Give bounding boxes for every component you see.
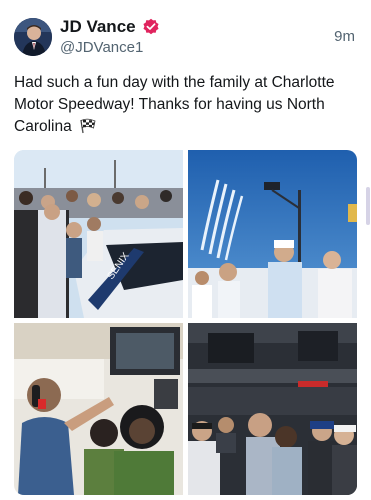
tweet-timestamp[interactable]: 9m xyxy=(334,28,355,45)
photo-pit-box-headsets[interactable] xyxy=(14,323,183,495)
crowd-family-image xyxy=(188,323,357,495)
flyover-anthem-image xyxy=(188,150,357,318)
race-car-crowd-image: SENIX xyxy=(14,150,183,318)
avatar-photo-icon xyxy=(14,18,52,56)
author-name[interactable]: JD Vance xyxy=(60,17,136,37)
tweet-header: JD Vance @JDVance1 9m xyxy=(14,12,357,60)
tweet-text-container: Had such a fun day with the family at Ch… xyxy=(14,72,344,141)
photo-race-car-crowd[interactable]: SENIX xyxy=(14,150,183,318)
pit-box-headsets-image xyxy=(14,323,183,495)
tweet-text: Had such a fun day with the family at Ch… xyxy=(14,74,335,135)
scrollbar-thumb[interactable] xyxy=(366,187,370,225)
avatar[interactable] xyxy=(14,18,52,56)
tweet-photo-grid: SENIX xyxy=(14,150,357,495)
author-handle[interactable]: @JDVance1 xyxy=(60,39,143,56)
tweet-card: JD Vance @JDVance1 9m Had such a fun day… xyxy=(0,0,371,500)
photo-flyover-anthem[interactable] xyxy=(188,150,357,318)
photo-crowd-family[interactable] xyxy=(188,323,357,495)
verified-badge-icon xyxy=(142,18,160,36)
author-name-row: JD Vance xyxy=(60,17,160,37)
checkered-flag-icon xyxy=(79,118,97,141)
